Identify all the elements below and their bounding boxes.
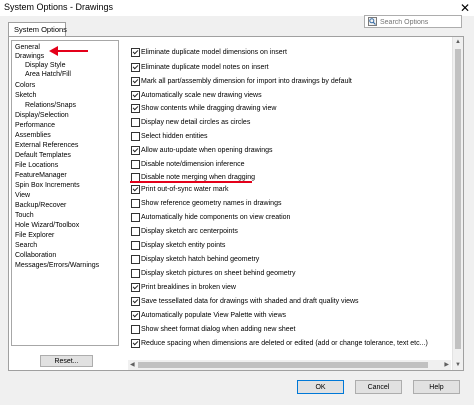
checkbox[interactable]	[131, 241, 140, 250]
red-underline-annotation	[130, 181, 252, 183]
cancel-button[interactable]: Cancel	[355, 380, 402, 394]
scroll-up-icon[interactable]: ▲	[453, 37, 463, 47]
tree-item-drawings[interactable]: Drawings	[15, 52, 44, 61]
checkbox[interactable]	[131, 339, 140, 348]
option-label: Eliminate duplicate model dimensions on …	[141, 49, 287, 56]
option-label: Print out-of-sync water mark	[141, 186, 229, 193]
search-icon	[368, 17, 377, 26]
scroll-right-icon[interactable]: ▶	[444, 360, 449, 370]
tree-item-sketch[interactable]: Sketch	[15, 91, 36, 100]
tree-item-area-hatch-fill[interactable]: Area Hatch/Fill	[25, 70, 71, 79]
option-label: Display sketch arc centerpoints	[141, 228, 238, 235]
tree-item-spin-box-increments[interactable]: Spin Box Increments	[15, 181, 80, 190]
scroll-left-icon[interactable]: ◀	[130, 360, 135, 370]
title-bar: System Options - Drawings ✕	[0, 0, 474, 16]
checkbox[interactable]	[131, 146, 140, 155]
tree-item-display-selection[interactable]: Display/Selection	[15, 111, 69, 120]
tree-item-messages-errors-warnings[interactable]: Messages/Errors/Warnings	[15, 261, 99, 270]
tree-item-external-references[interactable]: External References	[15, 141, 78, 150]
checkbox[interactable]	[131, 311, 140, 320]
checkbox[interactable]	[131, 283, 140, 292]
checkbox[interactable]	[131, 227, 140, 236]
checkbox[interactable]	[131, 48, 140, 57]
option-label: Disable note/dimension inference	[141, 161, 245, 168]
option-label: Mark all part/assembly dimension for imp…	[141, 78, 352, 85]
checkbox[interactable]	[131, 297, 140, 306]
tree-item-general[interactable]: General	[15, 43, 40, 52]
checkbox[interactable]	[131, 199, 140, 208]
option-label: Print breaklines in broken view	[141, 284, 236, 291]
option-label: Select hidden entities	[141, 133, 208, 140]
checkbox[interactable]	[131, 91, 140, 100]
red-arrow-annotation	[49, 46, 88, 56]
scroll-down-icon[interactable]: ▼	[453, 360, 463, 370]
checkbox[interactable]	[131, 213, 140, 222]
tab-label: System Options	[14, 25, 67, 34]
option-label: Save tessellated data for drawings with …	[141, 298, 359, 305]
option-label: Display sketch pictures on sheet behind …	[141, 270, 296, 277]
tree-item-hole-wizard-toolbox[interactable]: Hole Wizard/Toolbox	[15, 221, 79, 230]
tree-item-display-style[interactable]: Display Style	[25, 61, 65, 70]
tree-item-file-explorer[interactable]: File Explorer	[15, 231, 54, 240]
search-input[interactable]	[380, 17, 460, 27]
tree-item-default-templates[interactable]: Default Templates	[15, 151, 71, 160]
option-label: Show reference geometry names in drawing…	[141, 200, 282, 207]
option-label: Show sheet format dialog when adding new…	[141, 326, 296, 333]
option-label: Display new detail circles as circles	[141, 119, 251, 126]
tree-item-search[interactable]: Search	[15, 241, 37, 250]
window-title: System Options - Drawings	[4, 2, 114, 12]
tree-item-backup-recover[interactable]: Backup/Recover	[15, 201, 66, 210]
option-label: Display sketch hatch behind geometry	[141, 256, 260, 263]
checkbox[interactable]	[131, 325, 140, 334]
checkbox[interactable]	[131, 132, 140, 141]
reset-button[interactable]: Reset...	[40, 355, 93, 367]
option-label: Reduce spacing when dimensions are delet…	[141, 340, 428, 347]
option-label: Automatically populate View Palette with…	[141, 312, 287, 319]
tree-item-assemblies[interactable]: Assemblies	[15, 131, 51, 140]
hscroll-thumb[interactable]	[138, 362, 428, 368]
tree-item-performance[interactable]: Performance	[15, 121, 55, 130]
checkbox[interactable]	[131, 255, 140, 264]
tree-item-view[interactable]: View	[15, 191, 30, 200]
checkbox[interactable]	[131, 118, 140, 127]
option-label: Automatically scale new drawing views	[141, 92, 262, 99]
horizontal-scrollbar[interactable]: ◀ ▶	[128, 360, 451, 370]
close-icon[interactable]: ✕	[460, 2, 470, 14]
option-label: Eliminate duplicate model notes on inser…	[141, 64, 269, 71]
help-button[interactable]: Help	[413, 380, 460, 394]
checkbox[interactable]	[131, 160, 140, 169]
vertical-scrollbar[interactable]: ▲ ▼	[452, 37, 463, 370]
ok-button[interactable]: OK	[297, 380, 344, 394]
tree-item-relations-snaps[interactable]: Relations/Snaps	[25, 101, 76, 110]
category-tree[interactable]: General Drawings Display Style Area Hatc…	[11, 40, 119, 346]
option-label: Show contents while dragging drawing vie…	[141, 105, 277, 112]
tree-item-file-locations[interactable]: File Locations	[15, 161, 58, 170]
tab-system-options[interactable]: System Options	[8, 22, 67, 36]
tree-item-colors[interactable]: Colors	[15, 81, 35, 90]
option-label: Automatically hide components on view cr…	[141, 214, 291, 221]
checkbox[interactable]	[131, 63, 140, 72]
tree-item-collaboration[interactable]: Collaboration	[15, 251, 56, 260]
checkbox[interactable]	[131, 269, 140, 278]
checkbox[interactable]	[131, 77, 140, 86]
scroll-thumb[interactable]	[455, 49, 461, 349]
option-label: Allow auto-update when opening drawings	[141, 147, 273, 154]
option-label: Display sketch entity points	[141, 242, 226, 249]
checkbox[interactable]	[131, 185, 140, 194]
tab-strip: System Options	[8, 22, 67, 36]
tree-item-featuremanager[interactable]: FeatureManager	[15, 171, 67, 180]
tree-item-touch[interactable]: Touch	[15, 211, 34, 220]
search-box[interactable]	[364, 15, 462, 28]
checkbox[interactable]	[131, 104, 140, 113]
